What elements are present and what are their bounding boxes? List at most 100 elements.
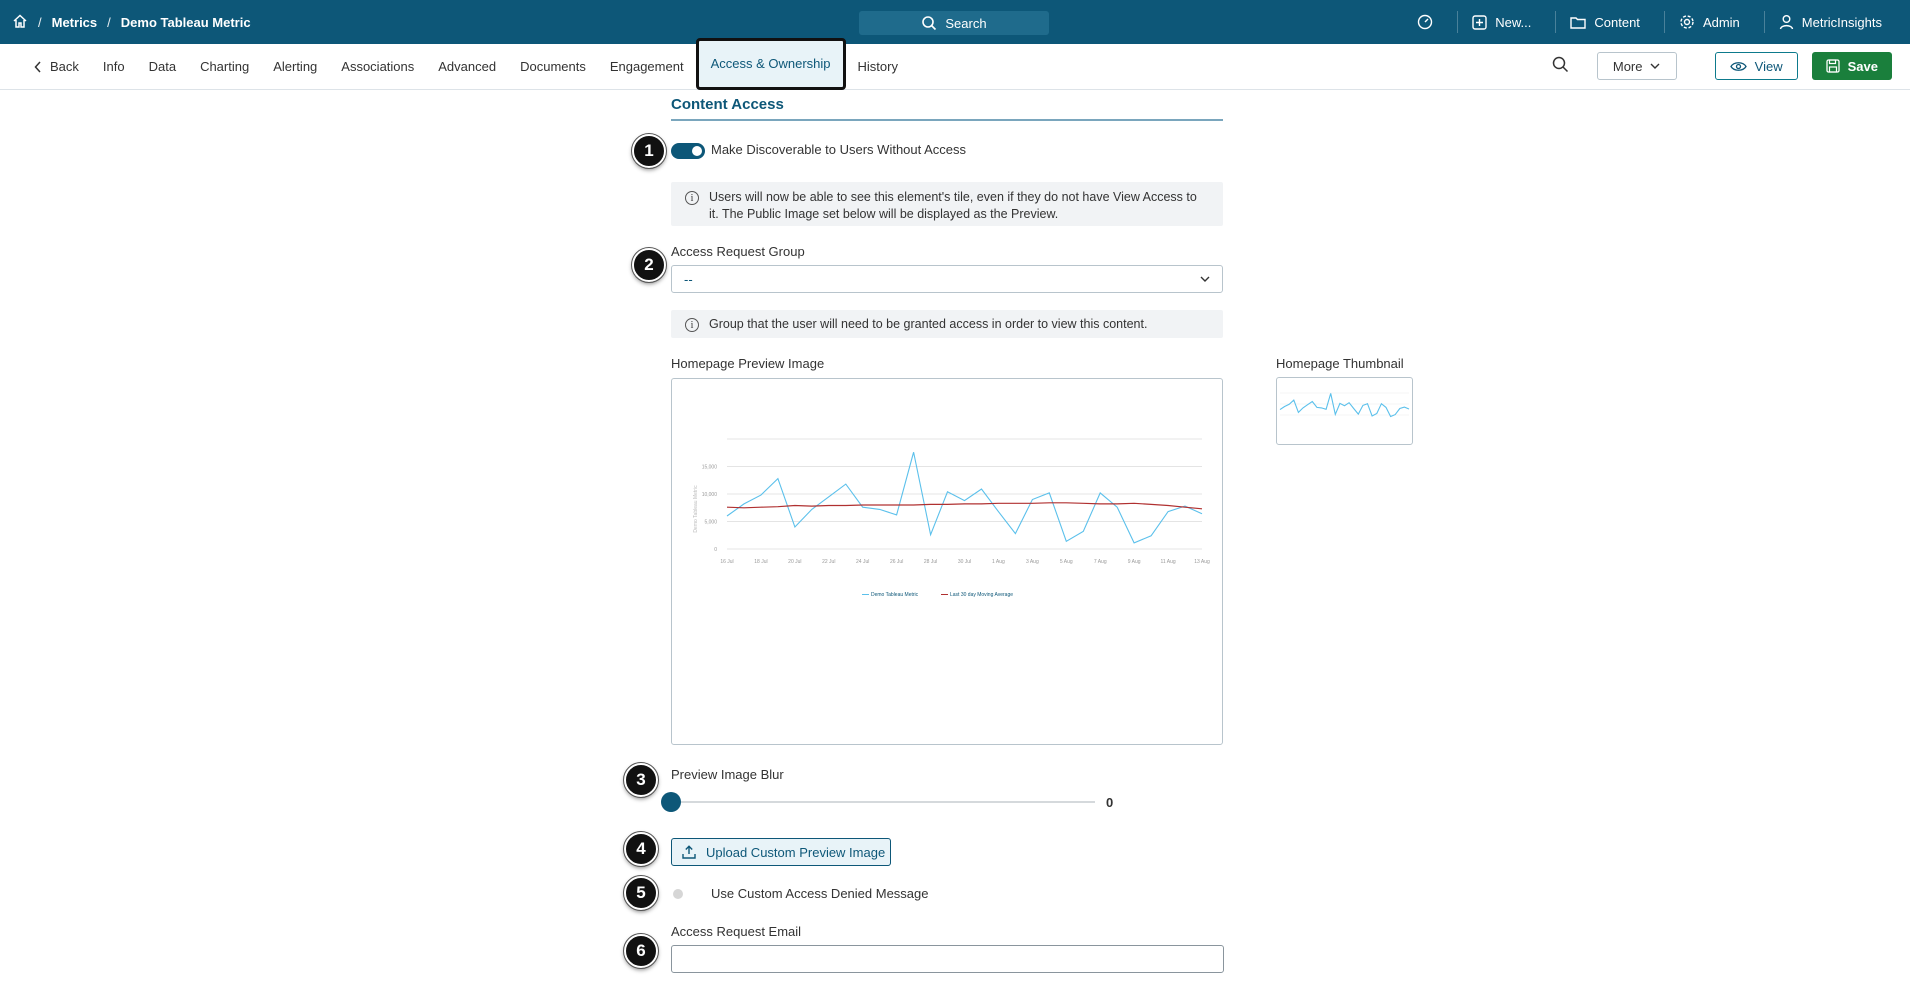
callout-marker-5: 5 [623, 875, 659, 911]
view-label: View [1754, 58, 1783, 74]
user-menu-button[interactable]: MetricInsights [1763, 11, 1896, 33]
x-tick-label: 13 Aug [1194, 559, 1210, 565]
thumbnail-chart [1279, 392, 1410, 418]
thumb-series-line [1279, 393, 1410, 418]
blur-slider-handle[interactable] [661, 792, 681, 812]
series-line-1 [726, 452, 1203, 544]
y-tick-label: 15,000 [702, 465, 718, 471]
more-button[interactable]: More [1596, 52, 1677, 80]
discoverable-toggle[interactable] [671, 143, 705, 159]
breadcrumb: / Metrics / Demo Tableau Metric [0, 13, 251, 32]
y-tick-label: 5,000 [704, 520, 717, 526]
y-tick-label: 0 [714, 547, 717, 553]
x-tick-label: 7 Aug [1094, 559, 1107, 565]
content-label: Content [1594, 14, 1640, 30]
tab-history[interactable]: History [846, 44, 910, 90]
callout-marker-3: 3 [623, 762, 659, 798]
tab-charting[interactable]: Charting [188, 44, 261, 90]
home-icon[interactable] [12, 13, 28, 32]
breadcrumb-separator: / [107, 14, 111, 30]
new-button[interactable]: New... [1457, 11, 1545, 33]
back-button[interactable]: Back [22, 44, 91, 90]
search-label: Search [945, 15, 987, 31]
x-tick-label: 3 Aug [1026, 559, 1039, 565]
upload-label: Upload Custom Preview Image [706, 844, 886, 860]
tab-access-ownership[interactable]: Access & Ownership [695, 37, 846, 90]
x-tick-label: 28 Jul [924, 559, 937, 565]
view-button[interactable]: View [1714, 52, 1798, 80]
chevron-down-icon [1200, 276, 1210, 282]
top-right-menu: New... Content Admin MetricInsights [1403, 0, 1896, 44]
x-tick-label: 20 Jul [788, 559, 801, 565]
x-tick-label: 9 Aug [1128, 559, 1141, 565]
callout-marker-1: 1 [631, 133, 667, 169]
thumbnail-image [1276, 377, 1413, 445]
discoverable-info: i Users will now be able to see this ele… [671, 182, 1223, 226]
info-icon: i [685, 318, 699, 332]
access-group-select[interactable]: -- [671, 265, 1223, 293]
upload-icon [682, 845, 696, 859]
request-email-label: Access Request Email [671, 924, 802, 939]
blur-label: Preview Image Blur [671, 767, 784, 782]
save-button[interactable]: Save [1811, 52, 1892, 80]
tab-data[interactable]: Data [137, 44, 188, 90]
upload-preview-button[interactable]: Upload Custom Preview Image [671, 838, 891, 866]
legend-label-1: Demo Tableau Metric [871, 592, 919, 598]
tab-engagement[interactable]: Engagement [598, 44, 696, 90]
tab-documents[interactable]: Documents [508, 44, 598, 90]
discoverable-info-text: Users will now be able to see this eleme… [709, 190, 1197, 221]
new-label: New... [1495, 14, 1532, 30]
tab-list: Back Info Data Charting Alerting Associa… [0, 37, 910, 90]
section-divider [671, 119, 1223, 121]
breadcrumb-current: Demo Tableau Metric [120, 14, 251, 30]
access-group-info: i Group that the user will need to be gr… [671, 310, 1223, 338]
breadcrumb-separator: / [38, 14, 42, 30]
breadcrumb-metrics[interactable]: Metrics [52, 15, 98, 30]
tab-advanced[interactable]: Advanced [426, 44, 508, 90]
access-group-value: -- [684, 271, 693, 287]
chevron-left-icon [34, 60, 41, 73]
search-icon [922, 16, 937, 31]
tab-info[interactable]: Info [91, 44, 137, 90]
thumbnail-label: Homepage Thumbnail [1276, 356, 1404, 371]
series-line-2 [726, 502, 1203, 510]
user-icon [1779, 15, 1793, 30]
plus-square-icon [1472, 14, 1487, 30]
tab-alerting[interactable]: Alerting [261, 44, 329, 90]
access-group-info-text: Group that the user will need to be gran… [709, 317, 1148, 331]
save-label: Save [1847, 58, 1878, 74]
blur-value: 0 [1106, 795, 1114, 810]
preview-image: 15,000 10,000 5,000 0 Demo Tableau Metric 16 … [671, 378, 1223, 745]
search-button[interactable]: Search [859, 11, 1049, 35]
eye-icon [1729, 61, 1747, 71]
y-tick-label: 10,000 [702, 492, 718, 498]
info-icon: i [685, 191, 699, 205]
content-button[interactable]: Content [1555, 11, 1654, 33]
custom-denied-toggle[interactable] [671, 886, 705, 902]
callout-marker-2: 2 [631, 247, 667, 283]
user-label: MetricInsights [1801, 14, 1882, 30]
search-icon[interactable] [1552, 56, 1569, 76]
callout-marker-6: 6 [623, 933, 659, 969]
back-label: Back [50, 59, 79, 74]
legend-label-2: Last 30 day Moving Average [950, 592, 1013, 598]
chevron-down-icon [1650, 63, 1660, 69]
request-email-input[interactable] [671, 945, 1224, 973]
admin-label: Admin [1702, 14, 1740, 30]
admin-button[interactable]: Admin [1663, 11, 1754, 33]
custom-denied-label: Use Custom Access Denied Message [711, 886, 929, 901]
folder-icon [1570, 16, 1587, 29]
gauge-button[interactable] [1403, 11, 1447, 33]
blur-slider-track[interactable] [671, 801, 1095, 803]
tab-associations[interactable]: Associations [329, 44, 426, 90]
y-axis-label: Demo Tableau Metric [693, 485, 699, 533]
section-title: Content Access [671, 96, 784, 113]
x-tick-label: 16 Jul [720, 559, 733, 565]
preview-image-label: Homepage Preview Image [671, 356, 825, 371]
x-tick-label: 1 Aug [992, 559, 1005, 565]
gauge-icon [1418, 14, 1433, 30]
floppy-icon [1825, 59, 1840, 73]
preview-chart: 15,000 10,000 5,000 0 Demo Tableau Metric 16 … [693, 438, 1210, 598]
tab-actions: More View Save [1552, 52, 1892, 80]
gear-icon [1680, 15, 1694, 29]
